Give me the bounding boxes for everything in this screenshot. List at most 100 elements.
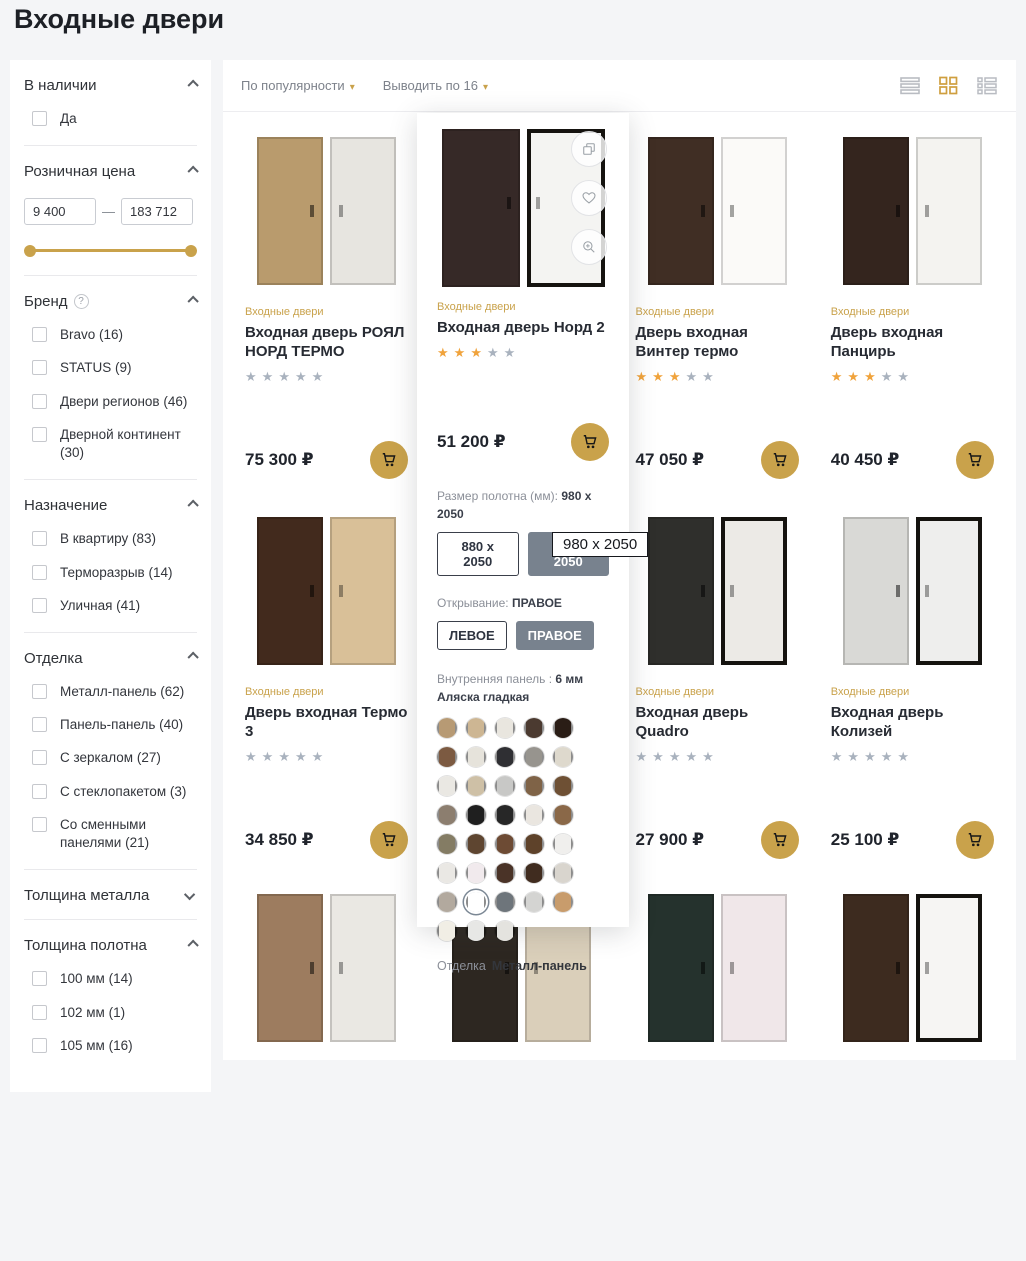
product-image[interactable] [831,130,994,292]
checkbox[interactable] [32,684,47,699]
panel-swatch[interactable] [524,892,544,912]
product-card[interactable]: Входные двери Дверь входная Панцирь ★★★★… [823,124,1002,489]
add-to-cart-button[interactable] [956,821,994,859]
filter-header-price[interactable]: Розничная цена [24,163,197,180]
filter-option[interactable]: С зеркалом (27) [32,749,197,767]
panel-swatch[interactable] [495,776,515,796]
panel-swatch[interactable] [495,805,515,825]
panel-swatch[interactable] [466,805,486,825]
panel-swatch[interactable] [524,863,544,883]
panel-swatch[interactable] [437,776,457,796]
category-link[interactable]: Входные двери [636,306,799,318]
filter-option[interactable]: С стеклопакетом (3) [32,783,197,801]
add-to-cart-button[interactable] [370,821,408,859]
checkbox[interactable] [32,565,47,580]
add-to-cart-button[interactable] [761,821,799,859]
per-page-dropdown[interactable]: Выводить по 16 [383,78,488,93]
panel-swatch[interactable] [495,718,515,738]
price-range-slider[interactable] [28,249,193,252]
compact-view-icon[interactable] [976,76,998,95]
zoom-in-button[interactable] [571,229,607,265]
list-view-icon[interactable] [899,76,921,95]
panel-swatch[interactable] [553,805,573,825]
checkbox[interactable] [32,717,47,732]
checkbox[interactable] [32,111,47,126]
panel-swatch[interactable] [466,863,486,883]
filter-header-finish[interactable]: Отделка [24,650,197,667]
checkbox[interactable] [32,750,47,765]
panel-swatch[interactable] [466,747,486,767]
opening-option-button[interactable]: ЛЕВОЕ [437,621,507,650]
checkbox[interactable] [32,817,47,832]
panel-swatch[interactable] [495,892,515,912]
panel-swatch[interactable] [553,776,573,796]
filter-header-brand[interactable]: Бренд ? [24,293,197,310]
checkbox[interactable] [32,1005,47,1020]
panel-swatch[interactable] [437,747,457,767]
product-card-expanded[interactable]: Входные двери Входная дверь Норд 2 ★★★★★… [417,113,629,927]
category-link[interactable]: Входные двери [245,306,408,318]
panel-swatch[interactable] [466,834,486,854]
compare-button[interactable] [571,131,607,167]
panel-swatch[interactable] [495,921,515,941]
product-title[interactable]: Дверь входная Термо 3 [245,704,408,742]
category-link[interactable]: Входные двери [831,306,994,318]
category-link[interactable]: Входные двери [437,301,609,313]
filter-option[interactable]: Терморазрыв (14) [32,564,197,582]
panel-swatch[interactable] [524,776,544,796]
panel-swatch[interactable] [495,834,515,854]
product-card[interactable]: Входные двери Входная дверь Quadro ★★★★★… [628,504,807,869]
panel-swatch[interactable] [437,863,457,883]
product-image[interactable] [245,510,408,672]
panel-swatch[interactable] [495,863,515,883]
category-link[interactable]: Входные двери [636,686,799,698]
panel-swatch[interactable] [524,805,544,825]
panel-swatch[interactable] [553,747,573,767]
panel-swatch[interactable] [466,718,486,738]
product-image[interactable] [245,130,408,292]
panel-swatch[interactable] [437,718,457,738]
filter-option[interactable]: 105 мм (16) [32,1037,197,1055]
add-to-cart-button[interactable] [571,423,609,461]
opening-option-button-selected[interactable]: ПРАВОЕ [516,621,594,650]
checkbox[interactable] [32,1038,47,1053]
filter-option[interactable]: STATUS (9) [32,359,197,377]
filter-option[interactable]: Панель-панель (40) [32,716,197,734]
panel-swatch[interactable] [437,805,457,825]
panel-swatch[interactable] [553,892,573,912]
product-title[interactable]: Входная дверь РОЯЛ НОРД ТЕРМО [245,324,408,362]
panel-swatch[interactable] [524,718,544,738]
category-link[interactable]: Входные двери [831,686,994,698]
category-link[interactable]: Входные двери [245,686,408,698]
add-to-cart-button[interactable] [370,441,408,479]
slider-handle-min[interactable] [24,245,36,257]
grid-view-icon[interactable] [938,76,959,95]
add-to-cart-button[interactable] [956,441,994,479]
product-title[interactable]: Входная дверь Quadro [636,704,799,742]
filter-option[interactable]: Дверной континент (30) [32,426,197,462]
product-image[interactable] [636,130,799,292]
panel-swatch[interactable] [437,892,457,912]
product-card[interactable] [628,884,807,1249]
filter-option[interactable]: Со сменными панелями (21) [32,816,197,852]
slider-handle-max[interactable] [185,245,197,257]
product-card[interactable]: Входные двери Входная дверь РОЯЛ НОРД ТЕ… [237,124,416,489]
filter-option[interactable]: Да [32,110,197,128]
panel-swatch[interactable] [466,776,486,796]
price-max-input[interactable] [121,198,193,225]
help-icon[interactable]: ? [74,294,89,309]
price-min-input[interactable] [24,198,96,225]
checkbox[interactable] [32,784,47,799]
filter-header-stock[interactable]: В наличии [24,77,197,94]
panel-swatch[interactable] [437,921,457,941]
product-image[interactable] [636,510,799,672]
add-to-cart-button[interactable] [761,441,799,479]
product-card[interactable]: Входные двери Входная дверь Колизей ★★★★… [823,504,1002,869]
product-title[interactable]: Дверь входная Винтер термо [636,324,799,362]
panel-swatch[interactable] [553,834,573,854]
panel-swatch[interactable] [524,834,544,854]
filter-option[interactable]: Bravo (16) [32,326,197,344]
panel-swatch-selected[interactable] [466,892,486,912]
filter-option[interactable]: 100 мм (14) [32,970,197,988]
panel-swatch[interactable] [524,747,544,767]
